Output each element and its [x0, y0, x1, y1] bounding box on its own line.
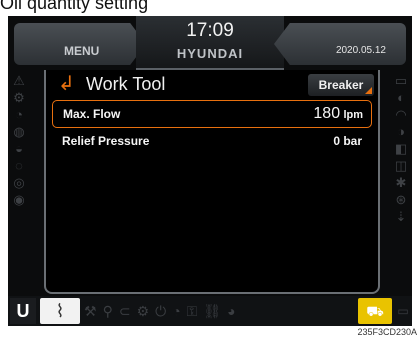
- hammer-icon: ⚒: [84, 303, 103, 319]
- filter-icon: ◌: [15, 158, 23, 173]
- dial-icon: ◕: [227, 303, 242, 319]
- heater-icon: ✱: [395, 175, 407, 190]
- panel-header: ↲ Work Tool Breaker: [46, 72, 378, 96]
- hydraulic-icon: ◉: [13, 192, 25, 207]
- temperature-icon: ◍: [13, 124, 25, 139]
- light-icon: ◑: [397, 124, 405, 139]
- overflow-icon: ▭: [397, 304, 409, 318]
- header-bar: MENU 17:09 HYUNDAI 2020.05.12: [8, 16, 412, 70]
- max-flow-label: Max. Flow: [63, 107, 121, 121]
- brand-logo: HYUNDAI: [176, 46, 244, 61]
- fuel-icon: ◒: [15, 141, 23, 156]
- engine-icon: ⚙: [13, 90, 25, 105]
- max-flow-row[interactable]: Max. Flow 180 lpm: [52, 100, 372, 128]
- boom-icon: ⚲: [102, 303, 119, 319]
- relief-pressure-row[interactable]: Relief Pressure 0 bar: [52, 128, 370, 154]
- oil-icon: ◔: [15, 107, 23, 122]
- status-icon-strip: ⚒⚲⊂⚙⏻◔⚿⛓◕: [84, 298, 354, 324]
- turtle-icon[interactable]: ⛟: [358, 298, 392, 324]
- arrow-icon: ⇣: [395, 209, 407, 224]
- power-icon: ⏻: [155, 303, 173, 319]
- right-indicator-column: ▭ ◐ ◠ ◑ ◧ ◫ ✱ ⊛ ⇣: [390, 72, 412, 225]
- caption-top: Oil quantity setting: [0, 0, 149, 13]
- time-display: 17:09: [186, 20, 234, 41]
- seat-icon[interactable]: ⌇: [40, 298, 80, 324]
- date-panel: 2020.05.12: [274, 23, 406, 65]
- clock-panel: 17:09 HYUNDAI: [136, 16, 284, 70]
- work-tool-panel: ↲ Work Tool Breaker Max. Flow 180 lpm Re…: [44, 70, 380, 294]
- mode-button-label: Breaker: [318, 78, 364, 92]
- back-arrow-icon[interactable]: ↲: [58, 72, 75, 96]
- bucket-icon: ⊂: [118, 303, 137, 319]
- max-flow-number: 180: [313, 105, 341, 122]
- pedal-icon: ◧: [394, 141, 408, 156]
- gear-icon: ⚙: [136, 303, 156, 319]
- figure-code: 235F3CD230A: [357, 327, 417, 337]
- cluster-screen: MENU 17:09 HYUNDAI 2020.05.12 ⚠ ⚙ ◔ ◍ ◒ …: [8, 16, 412, 326]
- dropdown-corner-icon: [365, 87, 372, 94]
- lock-icon: ◫: [394, 158, 408, 173]
- footer-bar: U ⌇ ⚒⚲⊂⚙⏻◔⚿⛓◕ ⛟ ▭: [8, 296, 412, 326]
- max-flow-unit: lpm: [343, 109, 363, 121]
- relief-pressure-value: 0 bar: [333, 134, 362, 148]
- meter-icon: ◔: [172, 303, 187, 319]
- link-icon: ⛓: [203, 303, 228, 319]
- lamp-icon: ◐: [397, 90, 405, 105]
- max-flow-value: 180 lpm: [313, 101, 363, 128]
- warning-icon: ⚠: [13, 73, 25, 88]
- user-mode-button[interactable]: U: [10, 298, 36, 324]
- relief-pressure-label: Relief Pressure: [62, 134, 150, 148]
- menu-button[interactable]: MENU: [14, 23, 146, 65]
- battery-icon: ▭: [394, 73, 408, 88]
- glow-icon: ◎: [13, 175, 25, 190]
- key-icon: ⚿: [186, 303, 204, 319]
- panel-title: Work Tool: [86, 74, 166, 94]
- wiper-icon: ◠: [395, 107, 407, 122]
- date-display: 2020.05.12: [335, 45, 386, 56]
- left-indicator-column: ⚠ ⚙ ◔ ◍ ◒ ◌ ◎ ◉: [8, 72, 30, 208]
- menu-label: MENU: [64, 44, 100, 58]
- breaker-mode-button[interactable]: Breaker: [308, 74, 374, 96]
- fan-icon: ⊛: [395, 192, 407, 207]
